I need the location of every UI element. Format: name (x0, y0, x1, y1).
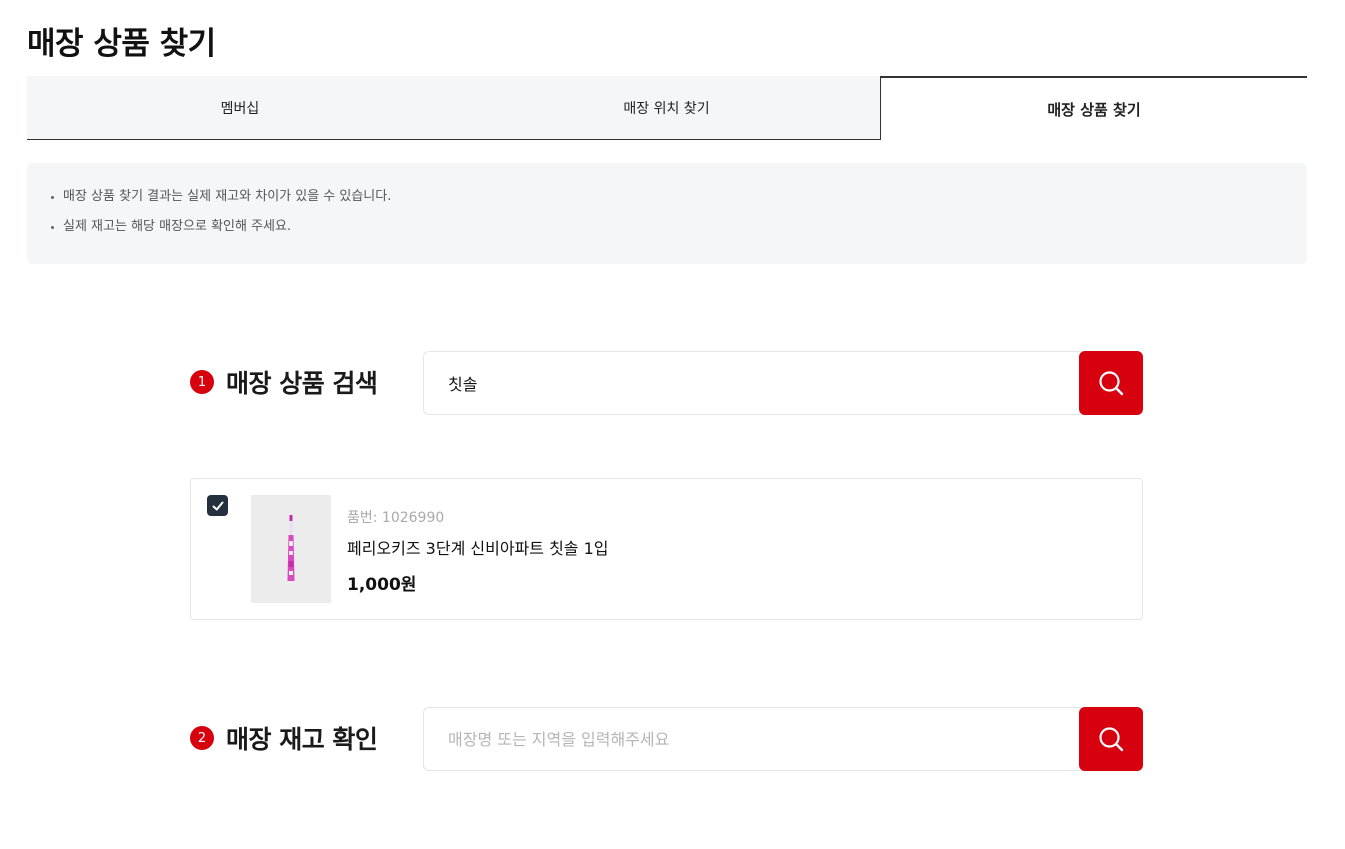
tab-bar: 멤버십 매장 위치 찾기 매장 상품 찾기 (27, 76, 1307, 140)
product-search-box (423, 351, 1143, 415)
notice-text: 실제 재고는 해당 매장으로 확인해 주세요. (63, 219, 292, 234)
step-stock-check: 2 매장 재고 확인 (190, 720, 378, 756)
step-number-badge: 1 (190, 370, 214, 394)
search-icon (1099, 371, 1124, 396)
product-code: 품번: 1026990 (347, 510, 445, 526)
step-label: 매장 재고 확인 (226, 725, 378, 754)
product-price: 1,000원 (347, 575, 417, 595)
page: 매장 상품 찾기 멤버십 매장 위치 찾기 매장 상품 찾기 매장 상품 찾기 … (0, 0, 1345, 849)
search-icon (1099, 727, 1124, 752)
product-thumbnail (251, 495, 331, 603)
bullet-icon (51, 226, 54, 229)
tab-membership[interactable]: 멤버십 (27, 76, 453, 140)
toothbrush-image (287, 515, 295, 581)
tab-store-location[interactable]: 매장 위치 찾기 (453, 76, 880, 140)
step-number-badge: 2 (190, 726, 214, 750)
notice-item: 실제 재고는 해당 매장으로 확인해 주세요. (51, 217, 1283, 247)
product-name: 페리오키즈 3단계 신비아파트 칫솔 1입 (347, 539, 609, 558)
check-icon (212, 501, 223, 510)
tab-store-product[interactable]: 매장 상품 찾기 (880, 76, 1307, 140)
page-title: 매장 상품 찾기 (27, 26, 216, 62)
store-search-input[interactable] (423, 707, 1093, 771)
notice-text: 매장 상품 찾기 결과는 실제 재고와 차이가 있을 수 있습니다. (63, 189, 392, 204)
notice-box: 매장 상품 찾기 결과는 실제 재고와 차이가 있을 수 있습니다. 실제 재고… (27, 163, 1307, 264)
product-search-button[interactable] (1079, 351, 1143, 415)
product-checkbox[interactable] (207, 495, 228, 516)
notice-item: 매장 상품 찾기 결과는 실제 재고와 차이가 있을 수 있습니다. (51, 187, 1283, 217)
bullet-icon (51, 196, 54, 199)
step-product-search: 1 매장 상품 검색 (190, 364, 378, 400)
store-search-box (423, 707, 1143, 771)
product-search-input[interactable] (423, 351, 1093, 415)
step-label: 매장 상품 검색 (226, 369, 378, 398)
product-result-card[interactable]: 품번: 1026990 페리오키즈 3단계 신비아파트 칫솔 1입 1,000원 (190, 478, 1143, 620)
store-search-button[interactable] (1079, 707, 1143, 771)
